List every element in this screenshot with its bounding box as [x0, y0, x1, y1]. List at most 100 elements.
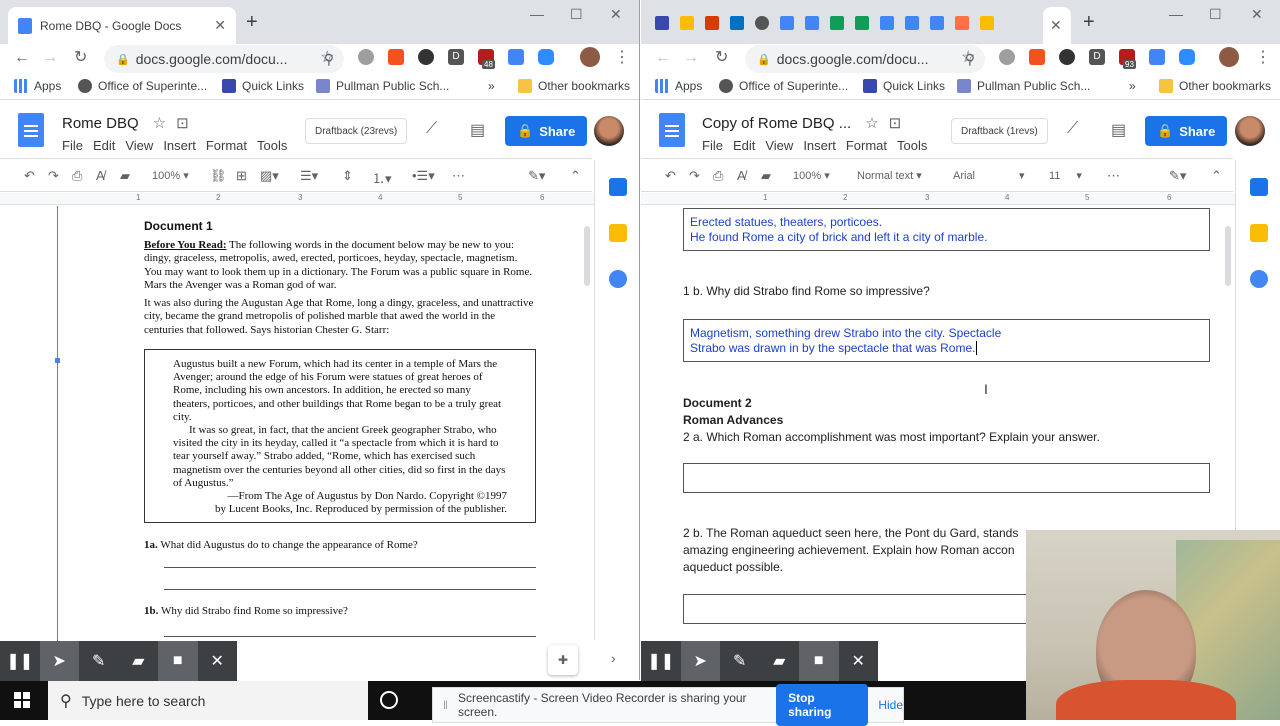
- menu-tools[interactable]: Tools: [897, 138, 927, 153]
- bookmark-apps[interactable]: Apps: [14, 79, 61, 93]
- bookmark-office[interactable]: Office of Superinte...: [719, 79, 848, 93]
- address-bar[interactable]: 🔒 docs.google.com/docu... ⚲: [104, 45, 344, 73]
- zoom-extension-icon[interactable]: [1179, 49, 1195, 65]
- scrollbar-thumb[interactable]: [1225, 226, 1231, 286]
- tab-favicon-icon[interactable]: [655, 16, 669, 30]
- extension-icon[interactable]: [358, 49, 374, 65]
- minimize-icon[interactable]: —: [530, 6, 544, 22]
- extension-icon[interactable]: [1059, 49, 1075, 65]
- doc-title[interactable]: Copy of Rome DBQ ... ☆ ⊡: [702, 114, 901, 132]
- maximize-icon[interactable]: ☐: [1209, 6, 1222, 23]
- active-tab[interactable]: ✕: [1043, 7, 1071, 44]
- hide-button[interactable]: Hide: [878, 698, 903, 712]
- close-tab-icon[interactable]: ✕: [1050, 17, 1062, 34]
- activity-trend-icon[interactable]: ⟋: [426, 120, 437, 138]
- zoom-select[interactable]: 100% ▾: [152, 169, 189, 182]
- tab-favicon-icon[interactable]: [905, 16, 919, 30]
- bulleted-list-icon[interactable]: •☰▾: [412, 168, 435, 184]
- tab-favicon-icon[interactable]: [730, 16, 744, 30]
- extension-icon[interactable]: [999, 49, 1015, 65]
- style-select[interactable]: Normal text ▾: [857, 169, 922, 182]
- profile-avatar[interactable]: [1219, 47, 1239, 67]
- redo-icon[interactable]: ↷: [48, 168, 59, 184]
- tab-favicon-icon[interactable]: [880, 16, 894, 30]
- keep-icon[interactable]: [1250, 224, 1268, 242]
- google-docs-logo-icon[interactable]: [18, 113, 44, 147]
- editing-mode-icon[interactable]: ✎▾: [528, 168, 545, 184]
- star-icon[interactable]: ☆: [865, 115, 878, 132]
- menu-insert[interactable]: Insert: [803, 138, 836, 153]
- close-toolbar-icon[interactable]: ✕: [839, 641, 879, 681]
- tab-favicon-icon[interactable]: [855, 16, 869, 30]
- translate-icon[interactable]: [508, 49, 524, 65]
- bookmarks-overflow[interactable]: »: [1129, 79, 1136, 93]
- new-tab-button[interactable]: +: [246, 12, 258, 32]
- forward-icon[interactable]: →: [42, 48, 58, 68]
- scrollbar-thumb[interactable]: [584, 226, 590, 286]
- print-icon[interactable]: ⎙: [72, 168, 82, 184]
- paint-format-icon[interactable]: ▰: [120, 168, 130, 184]
- tab-favicon-icon[interactable]: [755, 16, 769, 30]
- windows-start-icon[interactable]: [14, 692, 30, 708]
- insert-image-icon[interactable]: ▨▾: [260, 168, 279, 184]
- bookmark-star-icon[interactable]: ☆: [961, 48, 975, 68]
- cortana-icon[interactable]: [380, 691, 398, 709]
- answer-box-1b[interactable]: Magnetism, something drew Strabo into th…: [683, 319, 1210, 362]
- expand-panel-icon[interactable]: ›: [611, 650, 616, 666]
- redo-icon[interactable]: ↷: [689, 168, 700, 184]
- menu-insert[interactable]: Insert: [163, 138, 196, 153]
- tab-favicon-icon[interactable]: [955, 16, 969, 30]
- tab-favicon-icon[interactable]: [805, 16, 819, 30]
- forward-icon[interactable]: →: [683, 48, 699, 68]
- pause-icon[interactable]: ❚❚: [641, 641, 681, 681]
- pause-icon[interactable]: ❚❚: [0, 641, 40, 681]
- paint-format-icon[interactable]: ▰: [761, 168, 771, 184]
- move-folder-icon[interactable]: ⊡: [889, 115, 902, 132]
- tab-favicon-icon[interactable]: [930, 16, 944, 30]
- undo-icon[interactable]: ↶: [24, 168, 35, 184]
- tab-favicon-icon[interactable]: [830, 16, 844, 30]
- menu-format[interactable]: Format: [846, 138, 887, 153]
- add-comment-icon[interactable]: ⊞: [236, 168, 247, 184]
- close-window-icon[interactable]: ✕: [1251, 6, 1263, 23]
- close-toolbar-icon[interactable]: ✕: [198, 641, 238, 681]
- profile-avatar[interactable]: [580, 47, 600, 67]
- menu-format[interactable]: Format: [206, 138, 247, 153]
- camera-icon[interactable]: ■: [158, 641, 198, 681]
- back-icon[interactable]: ←: [655, 48, 671, 68]
- share-button[interactable]: 🔒 Share: [505, 116, 588, 146]
- bookmarks-overflow[interactable]: »: [488, 79, 495, 93]
- menu-edit[interactable]: Edit: [93, 138, 115, 153]
- editing-mode-icon[interactable]: ✎▾: [1169, 168, 1186, 184]
- share-button[interactable]: 🔒 Share: [1145, 116, 1228, 146]
- bookmark-pullman[interactable]: Pullman Public Sch...: [957, 79, 1090, 93]
- image-resize-handle[interactable]: [55, 358, 60, 363]
- document-canvas[interactable]: Document 1 Before You Read: The followin…: [0, 206, 594, 680]
- answer-box-2a[interactable]: [683, 463, 1210, 493]
- tab-favicon-icon[interactable]: [780, 16, 794, 30]
- doc-title[interactable]: Rome DBQ ☆ ⊡: [62, 114, 189, 132]
- bookmark-pullman[interactable]: Pullman Public Sch...: [316, 79, 449, 93]
- more-options-icon[interactable]: ⋯: [452, 168, 465, 184]
- move-folder-icon[interactable]: ⊡: [176, 115, 189, 132]
- drag-handle-icon[interactable]: ‖: [443, 698, 448, 712]
- activity-trend-icon[interactable]: ⟋: [1067, 120, 1078, 138]
- extension-icon[interactable]: [1029, 49, 1045, 65]
- highlighter-icon[interactable]: ▰: [119, 641, 159, 681]
- extension-icon[interactable]: D: [448, 49, 464, 65]
- zoom-select[interactable]: 100% ▾: [793, 169, 830, 182]
- more-options-icon[interactable]: ⋯: [1107, 168, 1120, 184]
- pen-tool-icon[interactable]: ✎: [720, 641, 760, 681]
- bookmark-quick-links[interactable]: Quick Links: [863, 79, 945, 93]
- collapse-toolbar-icon[interactable]: ⌃: [570, 168, 581, 184]
- pointer-tool-icon[interactable]: ➤: [39, 641, 79, 681]
- calendar-icon[interactable]: [609, 178, 627, 196]
- calendar-icon[interactable]: [1250, 178, 1268, 196]
- zoom-extension-icon[interactable]: [538, 49, 554, 65]
- keep-icon[interactable]: [609, 224, 627, 242]
- draftback-button[interactable]: Draftback (1revs): [951, 118, 1048, 144]
- address-bar[interactable]: 🔒 docs.google.com/docu... ⚲: [745, 45, 985, 73]
- line-spacing-icon[interactable]: ⇕: [342, 168, 353, 184]
- menu-file[interactable]: File: [62, 138, 83, 153]
- bookmark-apps[interactable]: Apps: [655, 79, 702, 93]
